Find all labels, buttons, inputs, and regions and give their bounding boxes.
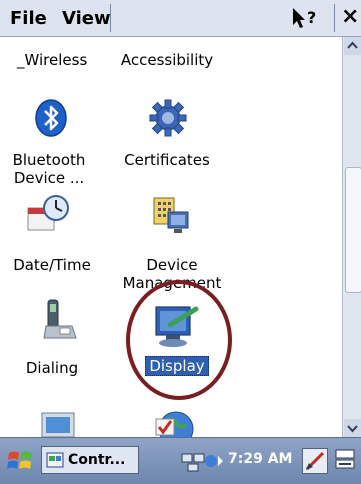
system-tray: 7:29 AM [180, 446, 361, 476]
item-wireless-label: _Wireless [17, 51, 88, 69]
clock-calendar-icon[interactable] [26, 194, 72, 234]
device-management-icon[interactable] [150, 194, 190, 236]
scroll-up-button[interactable] [344, 37, 361, 55]
display-icon[interactable] [152, 303, 200, 349]
clock-time[interactable]: 7:29 AM [228, 451, 292, 467]
item-device-management-label-1: Device [146, 256, 198, 274]
item-bluetooth-label-1: Bluetooth [12, 151, 86, 169]
item-dialing[interactable]: Dialing [12, 359, 92, 377]
control-panel-list: _Wireless Accessibility Bluetooth Device… [0, 37, 342, 437]
menu-bar: File View ? × [0, 0, 361, 37]
item-display-label: Display [145, 356, 209, 376]
item-certificates-label: Certificates [124, 151, 210, 169]
task-button-control-panel[interactable]: Contr... [41, 446, 139, 474]
windows-flag-icon[interactable] [6, 447, 36, 475]
item-accessibility[interactable]: Accessibility [112, 51, 222, 69]
globe-check-icon[interactable] [152, 407, 198, 437]
bluetooth-icon[interactable] [33, 98, 69, 138]
stylus-icon[interactable] [302, 448, 328, 474]
control-panel-icon [46, 451, 64, 469]
item-date-time[interactable]: Date/Time [4, 256, 100, 274]
task-button-label: Contr... [68, 452, 126, 468]
network-icon[interactable] [180, 448, 224, 474]
menu-file[interactable]: File [10, 8, 47, 29]
item-device-management-label-2: Management [122, 274, 222, 292]
chevron-down-icon [347, 425, 358, 433]
vertical-scrollbar[interactable] [342, 37, 361, 437]
taskbar: Contr... 7:29 AM [0, 437, 361, 484]
chevron-up-icon [347, 41, 358, 49]
item-dialing-label: Dialing [25, 359, 79, 377]
item-bluetooth-label-2: Device ... [13, 169, 85, 187]
item-certificates[interactable]: Certificates [112, 151, 222, 169]
menu-view[interactable]: View [62, 8, 111, 29]
scroll-thumb[interactable] [345, 167, 361, 293]
monitor-icon[interactable] [36, 409, 80, 437]
item-wireless[interactable]: _Wireless [17, 51, 87, 69]
menu-separator [110, 4, 111, 32]
close-icon[interactable]: × [341, 4, 359, 29]
phone-icon[interactable] [42, 298, 78, 342]
scroll-down-button[interactable] [344, 419, 361, 437]
item-bluetooth[interactable]: Bluetooth Device ... [4, 151, 94, 187]
svg-text:?: ? [307, 8, 316, 27]
item-device-management[interactable]: Device Management [122, 256, 222, 292]
item-date-time-label: Date/Time [13, 256, 91, 274]
keyboard-icon[interactable] [332, 448, 358, 472]
help-question-arrow-icon[interactable]: ? [290, 6, 322, 30]
item-display[interactable]: Display [137, 356, 217, 376]
menu-separator-2 [334, 4, 335, 32]
item-accessibility-label: Accessibility [120, 51, 214, 69]
gear-icon[interactable] [148, 98, 188, 138]
